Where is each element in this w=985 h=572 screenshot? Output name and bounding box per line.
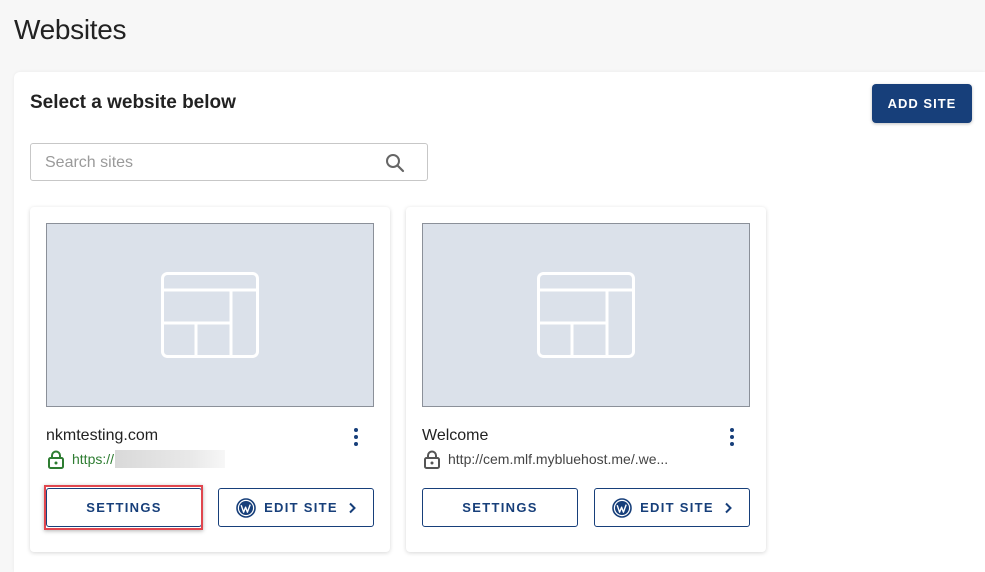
edit-site-label: EDIT SITE (264, 500, 338, 515)
edit-site-button[interactable]: EDIT SITE (594, 488, 750, 527)
settings-button[interactable]: SETTINGS (422, 488, 578, 527)
chevron-right-icon (725, 502, 732, 513)
edit-site-label: EDIT SITE (640, 500, 714, 515)
site-name: Welcome (422, 427, 489, 444)
site-url-row: https:// (48, 449, 226, 469)
site-url-link[interactable]: http://cem.mlf.mybluehost.me/.we... (448, 451, 668, 467)
search-input[interactable] (43, 144, 377, 182)
site-card: nkmtesting.com https:// SETTINGS EDIT SI… (30, 207, 390, 552)
site-url-row: http://cem.mlf.mybluehost.me/.we... (424, 449, 668, 469)
site-thumbnail[interactable] (46, 223, 374, 407)
settings-button[interactable]: SETTINGS (46, 488, 202, 527)
site-url-link[interactable]: https:// (72, 451, 114, 467)
search-icon[interactable] (385, 153, 405, 173)
wordpress-icon (612, 497, 632, 518)
site-thumbnail[interactable] (422, 223, 750, 407)
wordpress-icon (236, 497, 256, 518)
layout-placeholder-icon (537, 272, 635, 358)
edit-site-button[interactable]: EDIT SITE (218, 488, 374, 527)
kebab-menu-icon[interactable] (352, 427, 360, 447)
kebab-menu-icon[interactable] (728, 427, 736, 447)
search-box (30, 143, 428, 182)
site-name: nkmtesting.com (46, 427, 159, 444)
panel-heading: Select a website below (30, 92, 236, 113)
add-site-button[interactable]: ADD SITE (872, 84, 972, 123)
chevron-right-icon (349, 502, 356, 513)
site-card: Welcome http://cem.mlf.mybluehost.me/.we… (406, 207, 766, 552)
page-title: Websites (14, 14, 127, 45)
lock-icon (48, 450, 64, 469)
redacted-url (115, 450, 226, 468)
layout-placeholder-icon (161, 272, 259, 358)
lock-icon (424, 450, 440, 469)
websites-panel: Select a website below ADD SITE nkmtesti… (14, 72, 985, 572)
